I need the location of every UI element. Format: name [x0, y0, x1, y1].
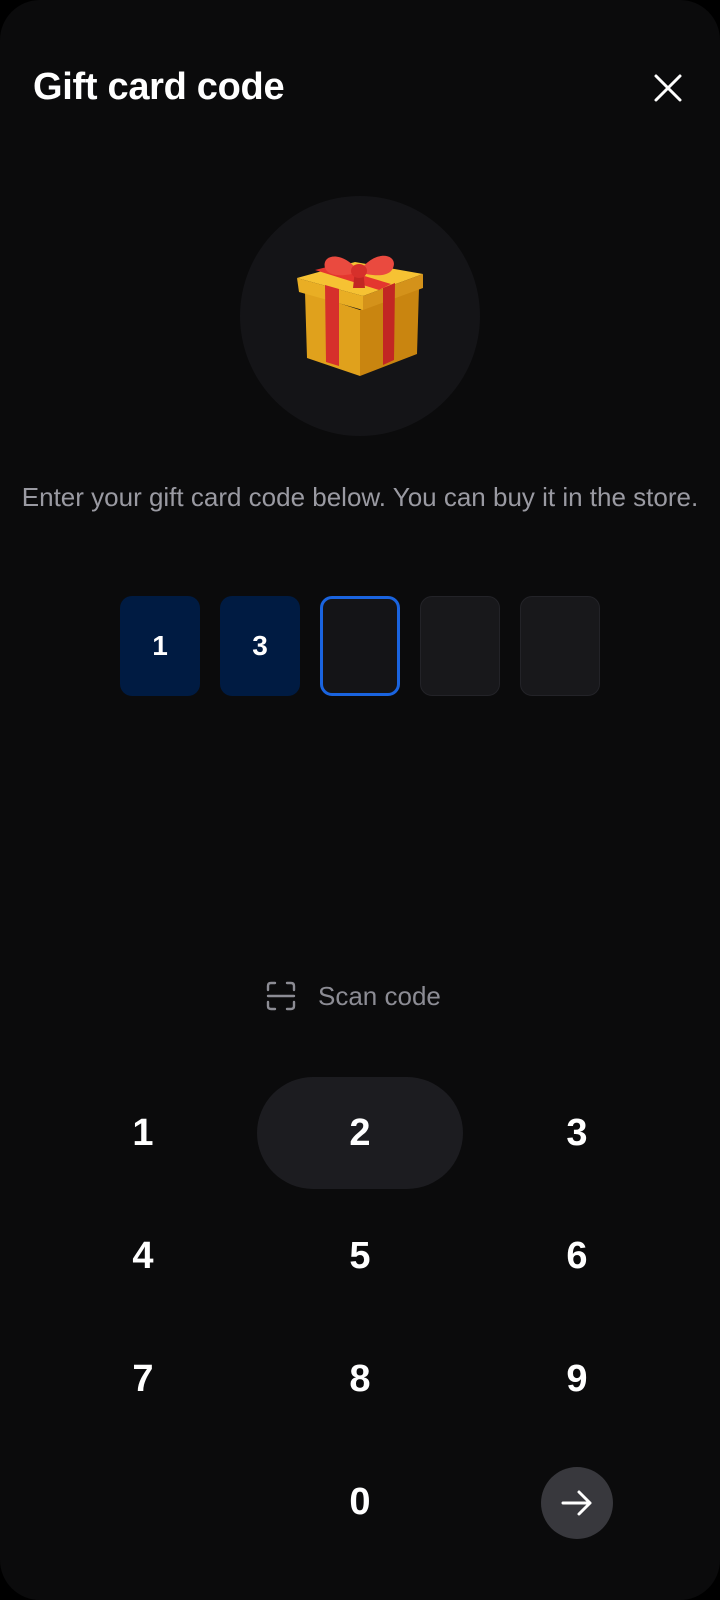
- code-input[interactable]: 1 3: [120, 596, 600, 696]
- keypad-key-7[interactable]: 7: [40, 1323, 246, 1435]
- keypad-key-8[interactable]: 8: [257, 1323, 463, 1435]
- scan-code-button[interactable]: Scan code: [266, 976, 441, 1016]
- close-icon: [654, 74, 682, 102]
- keypad-key-0[interactable]: 0: [257, 1446, 463, 1558]
- scan-icon: [266, 981, 296, 1011]
- code-digit-box[interactable]: 3: [220, 596, 300, 696]
- page-title: Gift card code: [33, 66, 285, 108]
- code-digit-box[interactable]: [520, 596, 600, 696]
- submit-button[interactable]: [541, 1467, 613, 1539]
- keypad-key-3[interactable]: 3: [474, 1077, 680, 1189]
- gift-illustration: [240, 196, 480, 436]
- code-digit-box[interactable]: [420, 596, 500, 696]
- gift-icon: [297, 255, 423, 376]
- keypad-key-6[interactable]: 6: [474, 1200, 680, 1312]
- code-digit-box-active[interactable]: [320, 596, 400, 696]
- arrow-right-icon: [561, 1490, 592, 1516]
- close-button[interactable]: [650, 70, 686, 106]
- keypad-key-5[interactable]: 5: [257, 1200, 463, 1312]
- gift-card-sheet: Gift card code Enter your gift card code…: [0, 0, 720, 1600]
- keypad-key-2[interactable]: 2: [257, 1077, 463, 1189]
- instruction-text: Enter your gift card code below. You can…: [21, 482, 699, 512]
- keypad-key-4[interactable]: 4: [40, 1200, 246, 1312]
- code-digit-box[interactable]: 1: [120, 596, 200, 696]
- scan-code-label: Scan code: [318, 980, 441, 1011]
- keypad-key-9[interactable]: 9: [474, 1323, 680, 1435]
- keypad-key-1[interactable]: 1: [40, 1077, 246, 1189]
